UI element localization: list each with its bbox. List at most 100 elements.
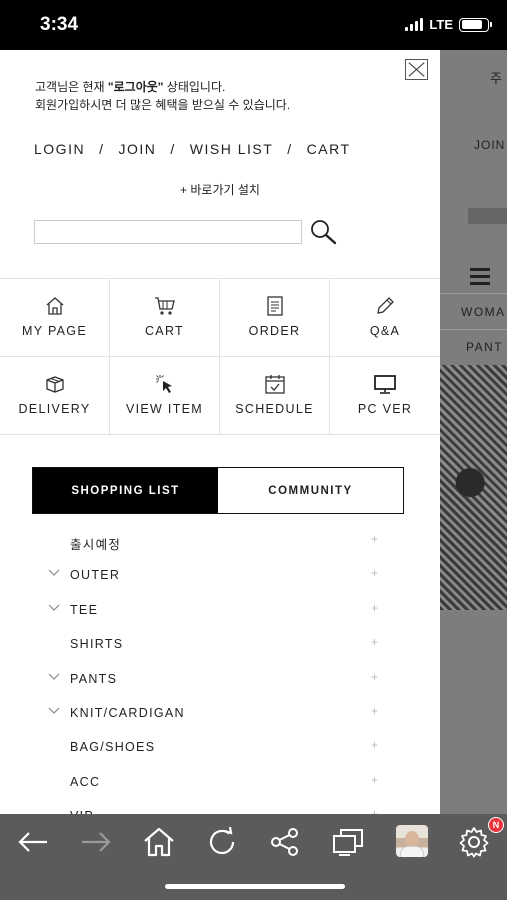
bg-header-text: 주 [490,71,502,86]
expand-plus-icon[interactable]: + [371,566,378,580]
expand-plus-icon[interactable]: + [371,635,378,649]
bg-product-image [440,365,507,610]
quick-label: ORDER [248,324,301,338]
login-notice: 고객님은 현재 "로그아웃" 상태입니다. 회원가입하시면 더 많은 혜택을 받… [35,78,290,114]
network-type: LTE [429,17,453,32]
calendar-icon [264,375,285,394]
category-label: SHIRTS [70,637,124,652]
notice-line-2: 회원가입하시면 더 많은 혜택을 받으실 수 있습니다. [35,98,291,112]
quick-pc-ver[interactable]: PC VER [330,357,440,434]
avatar[interactable] [396,825,428,857]
order-icon [266,296,283,316]
install-shortcut-link[interactable]: + 바로가기 설치 [0,181,440,198]
quick-delivery[interactable]: DELIVERY [0,357,110,434]
bg-divider [440,329,507,330]
notice-prefix: 고객님은 현재 [35,80,108,94]
tab-community[interactable]: COMMUNITY [218,468,403,513]
chevron-down-icon[interactable] [48,706,60,716]
bg-nav-pants: PANT [466,340,504,354]
notice-status: "로그아웃" [107,80,164,94]
forward-icon [82,832,111,852]
category-item[interactable]: SHIRTS + [0,627,440,661]
cursor-icon [155,375,172,393]
category-item[interactable]: VIP+ [0,799,440,814]
menu-tabs: SHOPPING LIST COMMUNITY [32,467,404,514]
expand-plus-icon[interactable]: + [371,601,378,615]
bg-join-badge [468,208,507,224]
avatar-face [405,831,419,847]
quick-menu-grid: MY PAGE CART ORDER Q&A DELIVERY VIEW ITE… [0,278,440,435]
category-item[interactable]: OUTER + [0,558,440,592]
expand-plus-icon[interactable]: + [371,532,378,546]
quick-schedule[interactable]: SCHEDULE [220,357,330,434]
search-input[interactable] [34,220,302,244]
link-separator: / [170,141,176,157]
category-label: PANTS [70,671,118,686]
quick-view-item[interactable]: VIEW ITEM [110,357,220,434]
back-button[interactable] [15,824,51,860]
close-button[interactable] [405,59,428,80]
home-indicator[interactable] [165,884,345,889]
category-item[interactable]: ACC + [0,765,440,799]
quick-label: PC VER [357,402,413,416]
close-icon [408,62,425,77]
category-item[interactable]: BAG/SHOES + [0,730,440,764]
quick-menu-row: MY PAGE CART ORDER Q&A [0,279,440,357]
category-label: 출시예정 [70,538,122,552]
hamburger-icon [470,268,490,285]
category-label: ACC [70,774,101,789]
chevron-down-icon[interactable] [48,672,60,682]
settings-icon [459,827,489,858]
back-icon [18,832,47,852]
category-item[interactable]: TEE + [0,593,440,627]
cart-icon [154,297,175,315]
category-item[interactable]: 출시예정 + [0,524,440,558]
side-drawer: 고객님은 현재 "로그아웃" 상태입니다. 회원가입하시면 더 많은 혜택을 받… [0,50,440,814]
account-links: LOGIN / JOIN / WISH LIST / CART [34,141,351,157]
quick-order[interactable]: ORDER [220,279,330,356]
share-icon [271,828,298,856]
login-link[interactable]: LOGIN [34,141,85,157]
settings-button[interactable] [456,824,492,860]
signal-icon [405,18,424,31]
expand-plus-icon[interactable]: + [371,704,378,718]
battery-level [461,20,482,29]
quick-my-page[interactable]: MY PAGE [0,279,110,356]
expand-plus-icon[interactable]: + [371,773,378,787]
tabs-button[interactable] [330,824,366,860]
pencil-icon [377,297,394,314]
status-bar: 3:34 LTE [0,0,507,50]
quick-qna[interactable]: Q&A [330,279,440,356]
category-item[interactable]: KNIT/CARDIGAN + [0,696,440,730]
tabs-icon [333,829,363,856]
chevron-down-icon[interactable] [48,603,60,613]
quick-label: Q&A [369,324,401,338]
join-link[interactable]: JOIN [118,141,156,157]
share-button[interactable] [267,824,303,860]
link-separator: / [287,141,293,157]
home-button[interactable] [141,824,177,860]
category-item[interactable]: PANTS + [0,662,440,696]
monitor-icon [374,375,396,394]
expand-plus-icon[interactable]: + [371,670,378,684]
wishlist-link[interactable]: WISH LIST [190,141,274,157]
home-icon [144,827,174,857]
search-icon [311,220,337,245]
bg-nav-women: WOMA [461,305,506,319]
refresh-button[interactable] [204,824,240,860]
search-button[interactable] [308,218,338,246]
category-label: BAG/SHOES [70,740,156,755]
bg-divider [440,293,507,294]
forward-button[interactable] [78,824,114,860]
chevron-down-icon[interactable] [48,568,60,578]
category-list: 출시예정 + OUTER + TEE + SHIRTS + PANTS + KNIT/CARDIGA… [0,524,440,814]
quick-cart[interactable]: CART [110,279,220,356]
tab-shopping-list[interactable]: SHOPPING LIST [33,468,218,513]
expand-plus-icon[interactable]: + [371,807,378,814]
background-page[interactable]: 주 JOIN WOMA PANT [440,50,507,814]
quick-label: VIEW ITEM [126,402,203,416]
quick-label: DELIVERY [18,402,91,416]
bg-join-link: JOIN [474,138,506,152]
expand-plus-icon[interactable]: + [371,738,378,752]
cart-link[interactable]: CART [307,141,351,157]
